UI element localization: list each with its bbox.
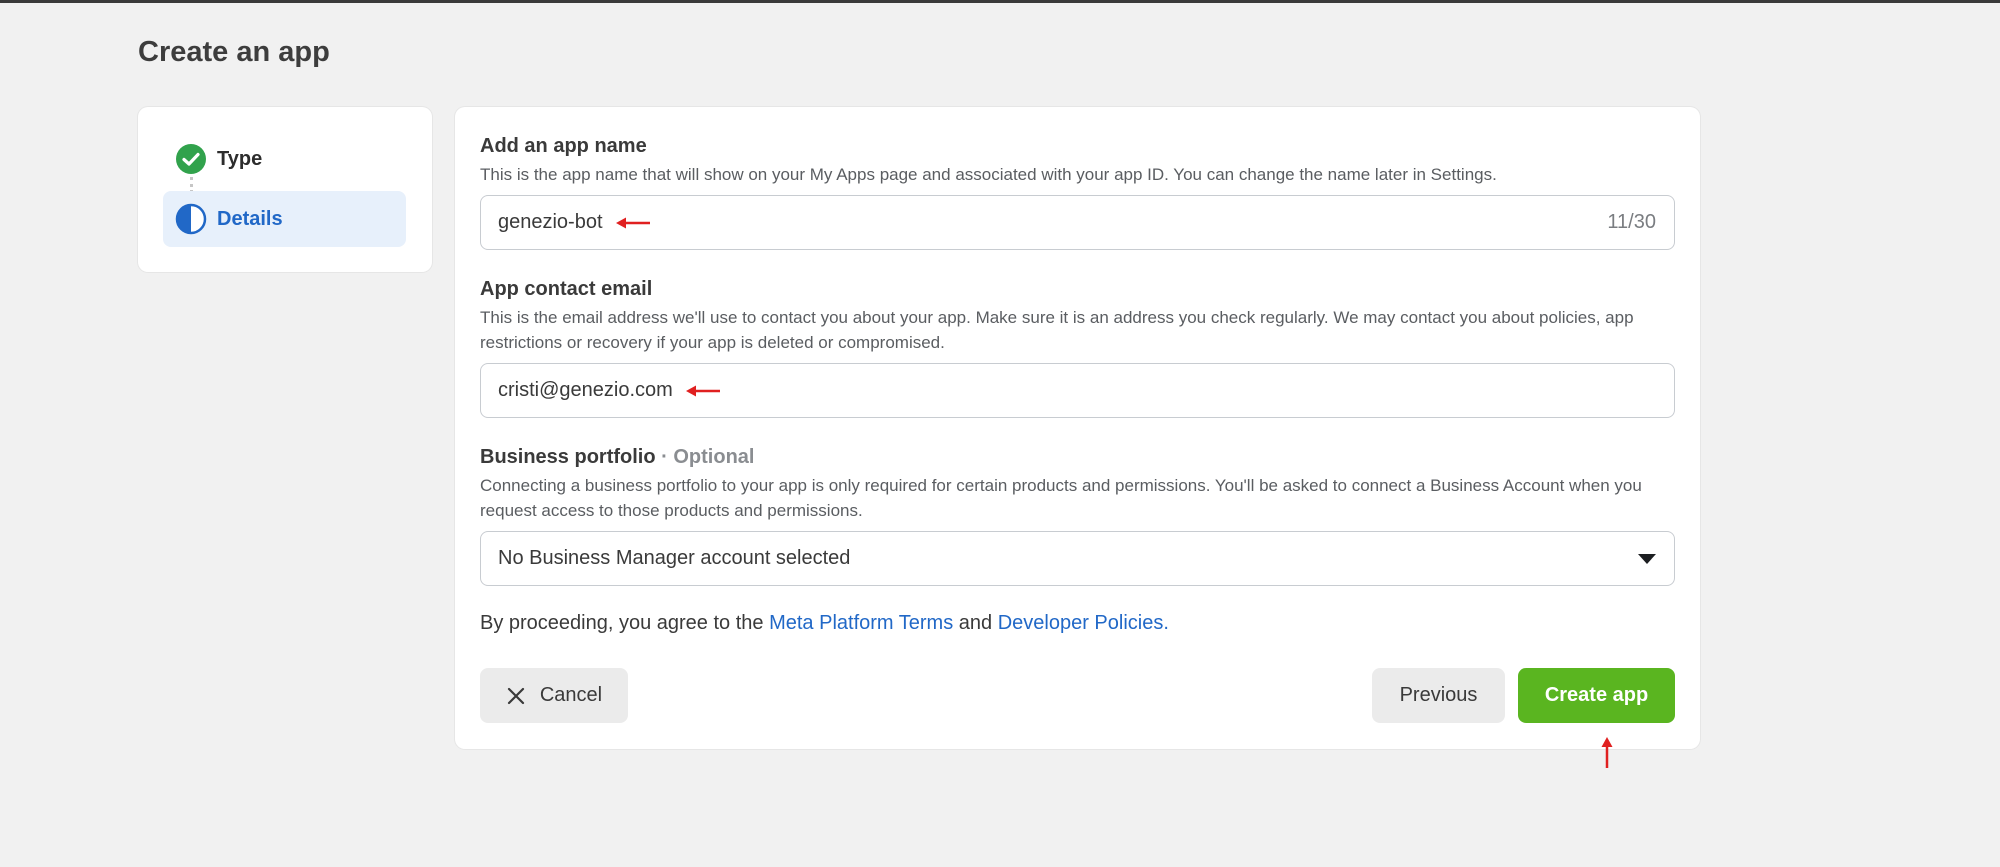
contact-email-description: This is the email address we'll use to c… <box>480 308 1634 352</box>
terms-text: By proceeding, you agree to the Meta Pla… <box>480 612 1169 635</box>
annotation-arrow-left-icon <box>615 216 651 230</box>
character-counter: 11/30 <box>1607 211 1656 233</box>
terms-middle: and <box>953 612 998 634</box>
contact-email-input[interactable]: cristi@genezio.com <box>480 363 1675 418</box>
meta-platform-terms-link[interactable]: Meta Platform Terms <box>769 612 953 634</box>
contact-email-title: App contact email <box>480 278 653 300</box>
stepper-card: Type Details <box>138 107 432 272</box>
chevron-down-icon <box>1638 554 1656 564</box>
step-label: Details <box>217 207 283 230</box>
app-name-section: Add an app name This is the app name tha… <box>480 135 1675 250</box>
page-title: Create an app <box>138 36 330 68</box>
step-type[interactable]: Type <box>163 131 406 187</box>
app-name-value: genezio-bot <box>498 211 603 233</box>
contact-email-value: cristi@genezio.com <box>498 379 673 401</box>
previous-button[interactable]: Previous <box>1372 668 1505 723</box>
business-portfolio-section: Business portfolio · Optional Connecting… <box>480 446 1675 586</box>
window-top-border <box>0 0 2000 3</box>
step-label: Type <box>217 147 263 170</box>
cancel-button[interactable]: Cancel <box>480 668 628 723</box>
check-circle-icon <box>175 143 207 175</box>
cancel-label: Cancel <box>539 684 603 706</box>
business-portfolio-title: Business portfolio · Optional <box>480 446 1675 469</box>
details-form-card: Add an app name This is the app name tha… <box>455 107 1700 749</box>
business-portfolio-select[interactable]: No Business Manager account selected <box>480 531 1675 586</box>
contact-email-section: App contact email This is the email addr… <box>480 278 1675 418</box>
app-name-title: Add an app name <box>480 135 647 157</box>
app-name-input[interactable]: genezio-bot 11/30 <box>480 195 1675 250</box>
step-details[interactable]: Details <box>163 191 406 247</box>
business-portfolio-description: Connecting a business portfolio to your … <box>480 476 1642 520</box>
create-app-button[interactable]: Create app <box>1518 668 1675 723</box>
business-portfolio-selected: No Business Manager account selected <box>498 547 851 569</box>
half-circle-icon <box>175 203 207 235</box>
developer-policies-link[interactable]: Developer Policies. <box>998 612 1169 634</box>
terms-prefix: By proceeding, you agree to the <box>480 612 770 634</box>
app-name-description: This is the app name that will show on y… <box>480 165 1497 184</box>
annotation-arrow-up-icon <box>1600 736 1614 773</box>
close-icon <box>506 686 526 706</box>
optional-label: · Optional <box>661 446 755 468</box>
business-portfolio-title-text: Business portfolio <box>480 446 656 468</box>
annotation-arrow-left-icon <box>685 384 721 398</box>
